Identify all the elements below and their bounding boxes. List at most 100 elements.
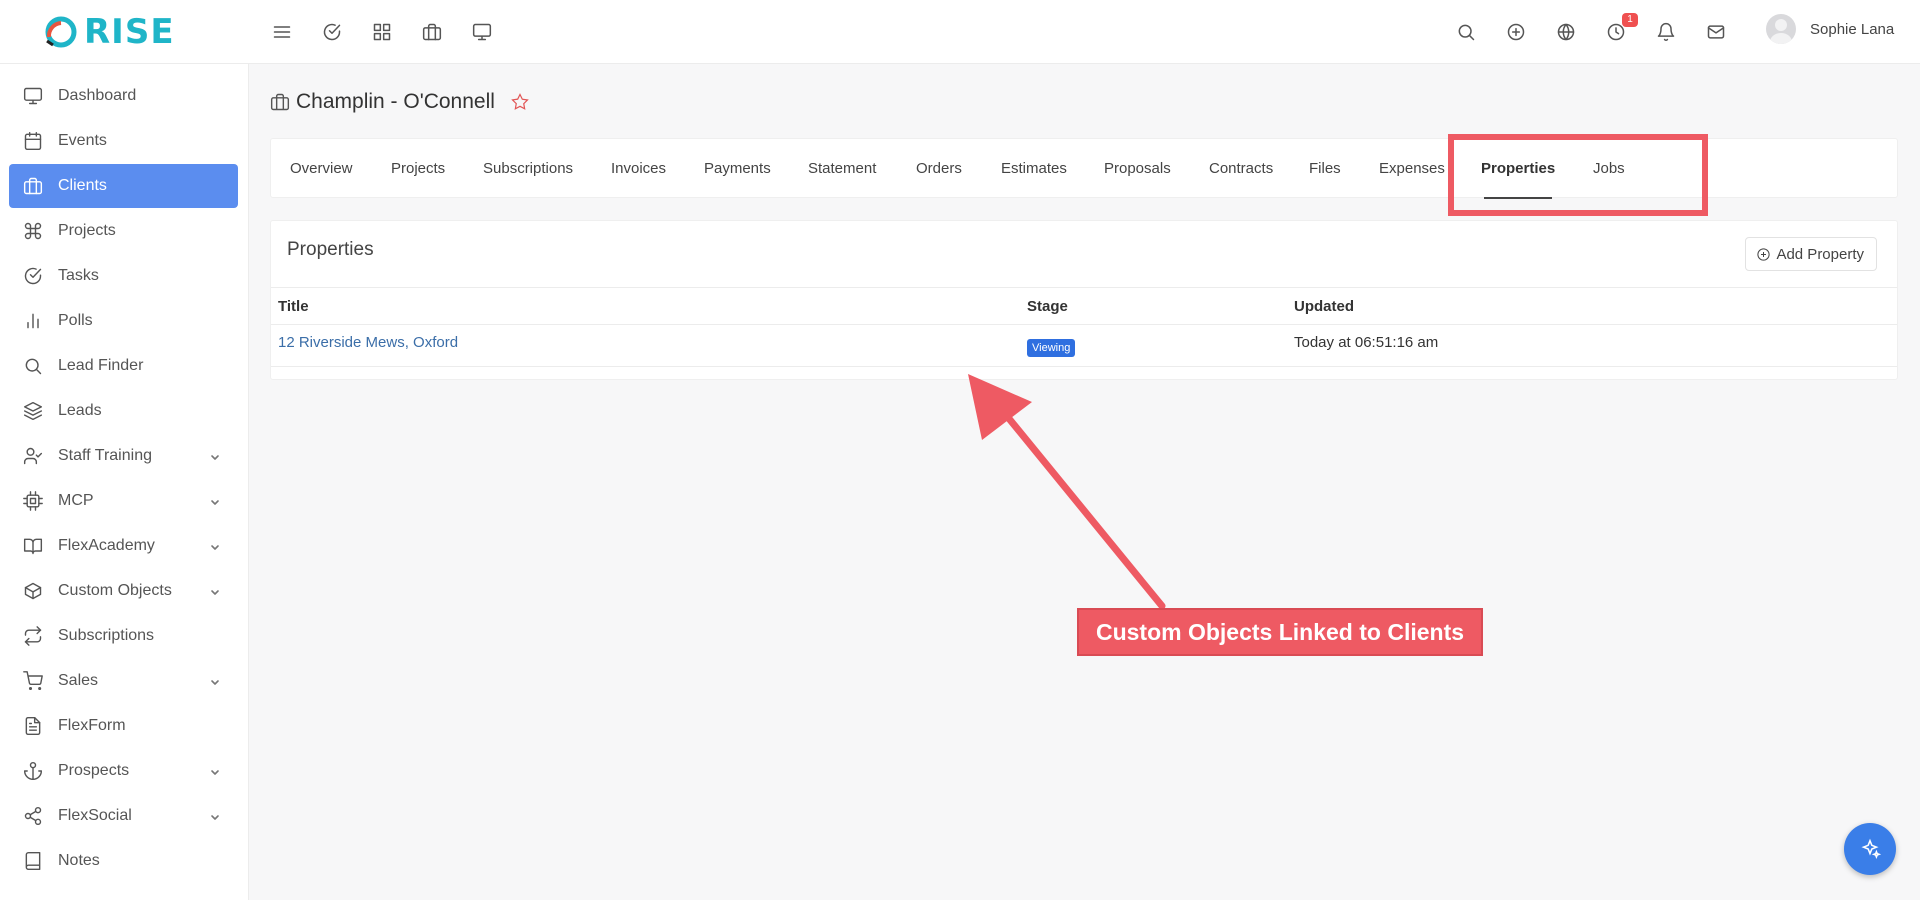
- tab-subscriptions[interactable]: Subscriptions: [483, 139, 573, 199]
- check-circle-icon: [24, 267, 42, 285]
- monitor-icon[interactable]: [468, 18, 496, 46]
- column-header-stage[interactable]: Stage: [1027, 288, 1068, 326]
- sidebar-item-prospects[interactable]: Prospects: [9, 749, 238, 793]
- chevron-down-icon[interactable]: [210, 810, 220, 820]
- search-icon[interactable]: [1452, 18, 1480, 46]
- tab-contracts[interactable]: Contracts: [1209, 139, 1273, 199]
- sidebar-item-label: Staff Training: [58, 447, 152, 464]
- chevron-down-icon[interactable]: [210, 540, 220, 550]
- sidebar-item-notes[interactable]: Notes: [9, 839, 238, 883]
- sidebar-item-flexsocial[interactable]: FlexSocial: [9, 794, 238, 838]
- mail-icon[interactable]: [1702, 18, 1730, 46]
- calendar-icon: [24, 131, 42, 151]
- user-name: Sophie Lana: [1810, 20, 1895, 38]
- sidebar-item-custom-objects[interactable]: Custom Objects: [9, 569, 238, 613]
- file-text-icon: [25, 716, 41, 736]
- logo[interactable]: RISE: [44, 12, 175, 52]
- tab-expenses[interactable]: Expenses: [1379, 139, 1445, 199]
- chevron-down-icon[interactable]: [210, 450, 220, 460]
- monitor-icon: [23, 87, 43, 105]
- tab-overview[interactable]: Overview: [290, 139, 353, 199]
- sidebar-item-label: Projects: [58, 222, 116, 239]
- repeat-icon: [24, 626, 42, 646]
- plus-circle-icon[interactable]: [1502, 18, 1530, 46]
- sidebar-item-label: Leads: [58, 402, 102, 419]
- sidebar-item-label: Dashboard: [58, 87, 137, 104]
- tab-statement[interactable]: Statement: [808, 139, 876, 199]
- tab-proposals[interactable]: Proposals: [1104, 139, 1171, 199]
- sidebar-item-clients[interactable]: Clients: [9, 164, 238, 208]
- sidebar-item-label: Lead Finder: [58, 357, 144, 374]
- sidebar-item-lead-finder[interactable]: Lead Finder: [9, 344, 238, 388]
- tab-orders[interactable]: Orders: [916, 139, 962, 199]
- command-icon: [24, 222, 42, 240]
- chevron-down-icon[interactable]: [210, 675, 220, 685]
- sidebar-item-staff-training[interactable]: Staff Training: [9, 434, 238, 478]
- sidebar-item-flexform[interactable]: FlexForm: [9, 704, 238, 748]
- sidebar-item-label: Subscriptions: [58, 627, 155, 644]
- annotation-highlight-box: [1448, 134, 1708, 216]
- properties-panel: Properties Add Property Title Stage Upda…: [270, 220, 1898, 380]
- grid-icon[interactable]: [368, 18, 396, 46]
- sidebar-item-label: Sales: [58, 672, 99, 689]
- clock-icon[interactable]: 1: [1602, 13, 1638, 46]
- chevron-down-icon[interactable]: [210, 765, 220, 775]
- box-icon: [24, 582, 42, 600]
- panel-title: Properties: [287, 239, 374, 260]
- sidebar-item-mcp[interactable]: MCP: [9, 479, 238, 523]
- user-check-icon: [23, 447, 43, 465]
- add-property-button[interactable]: Add Property: [1745, 237, 1877, 271]
- anchor-icon: [23, 761, 43, 781]
- sidebar-item-label: Clients: [58, 177, 107, 194]
- globe-icon[interactable]: [1552, 18, 1580, 46]
- table-row: 12 Riverside Mews, Oxford Viewing Today …: [271, 325, 1897, 367]
- briefcase-icon[interactable]: [418, 18, 446, 46]
- tab-files[interactable]: Files: [1309, 139, 1341, 199]
- share-icon: [24, 806, 42, 826]
- plus-circle-icon: [1757, 247, 1771, 261]
- tab-estimates[interactable]: Estimates: [1001, 139, 1067, 199]
- sidebar-item-polls[interactable]: Polls: [9, 299, 238, 343]
- sidebar-item-dashboard[interactable]: Dashboard: [9, 74, 238, 118]
- chevron-down-icon[interactable]: [210, 585, 220, 595]
- cell-title: 12 Riverside Mews, Oxford: [278, 325, 458, 361]
- cell-updated: Today at 06:51:16 am: [1294, 334, 1439, 351]
- cpu-icon: [23, 491, 43, 511]
- column-header-updated[interactable]: Updated: [1294, 288, 1354, 326]
- tab-projects[interactable]: Projects: [391, 139, 445, 199]
- logo-text: RISE: [84, 12, 175, 52]
- sidebar-item-tasks[interactable]: Tasks: [9, 254, 238, 298]
- ai-assistant-button[interactable]: [1844, 823, 1896, 875]
- sidebar-item-label: Polls: [58, 312, 93, 329]
- chevron-down-icon[interactable]: [210, 495, 220, 505]
- annotation-arrow: [968, 374, 1166, 610]
- menu-icon[interactable]: [268, 18, 296, 46]
- tab-payments[interactable]: Payments: [704, 139, 771, 199]
- sidebar-item-label: Events: [58, 132, 107, 149]
- bell-icon[interactable]: [1652, 18, 1680, 46]
- sidebar-item-subscriptions[interactable]: Subscriptions: [9, 614, 238, 658]
- check-circle-icon[interactable]: [318, 18, 346, 46]
- user-menu[interactable]: Sophie Lana: [1766, 14, 1894, 44]
- column-header-title[interactable]: Title: [278, 288, 309, 326]
- sidebar-item-leads[interactable]: Leads: [9, 389, 238, 433]
- bar-chart-icon: [27, 313, 39, 329]
- logo-mark-icon: [45, 16, 77, 48]
- star-icon[interactable]: [511, 93, 529, 111]
- page-title: Champlin - O'Connell: [296, 90, 495, 113]
- top-bar: RISE 1 Sophie Lana: [0, 0, 1920, 64]
- sidebar-item-events[interactable]: Events: [9, 119, 238, 163]
- sidebar-item-projects[interactable]: Projects: [9, 209, 238, 253]
- briefcase-icon: [270, 93, 290, 111]
- property-link[interactable]: 12 Riverside Mews, Oxford: [278, 334, 458, 351]
- sidebar-item-flexacademy[interactable]: FlexAcademy: [9, 524, 238, 568]
- sidebar: Dashboard Events Clients Projects Tasks …: [0, 64, 249, 900]
- tab-invoices[interactable]: Invoices: [611, 139, 666, 199]
- sidebar-item-sales[interactable]: Sales: [9, 659, 238, 703]
- sidebar-item-label: MCP: [58, 492, 94, 509]
- search-icon: [25, 358, 42, 375]
- notification-count-badge: 1: [1622, 13, 1638, 27]
- sidebar-item-label: Custom Objects: [58, 582, 172, 599]
- table-header: Title Stage Updated: [271, 287, 1897, 325]
- sparkle-icon: [1861, 838, 1881, 859]
